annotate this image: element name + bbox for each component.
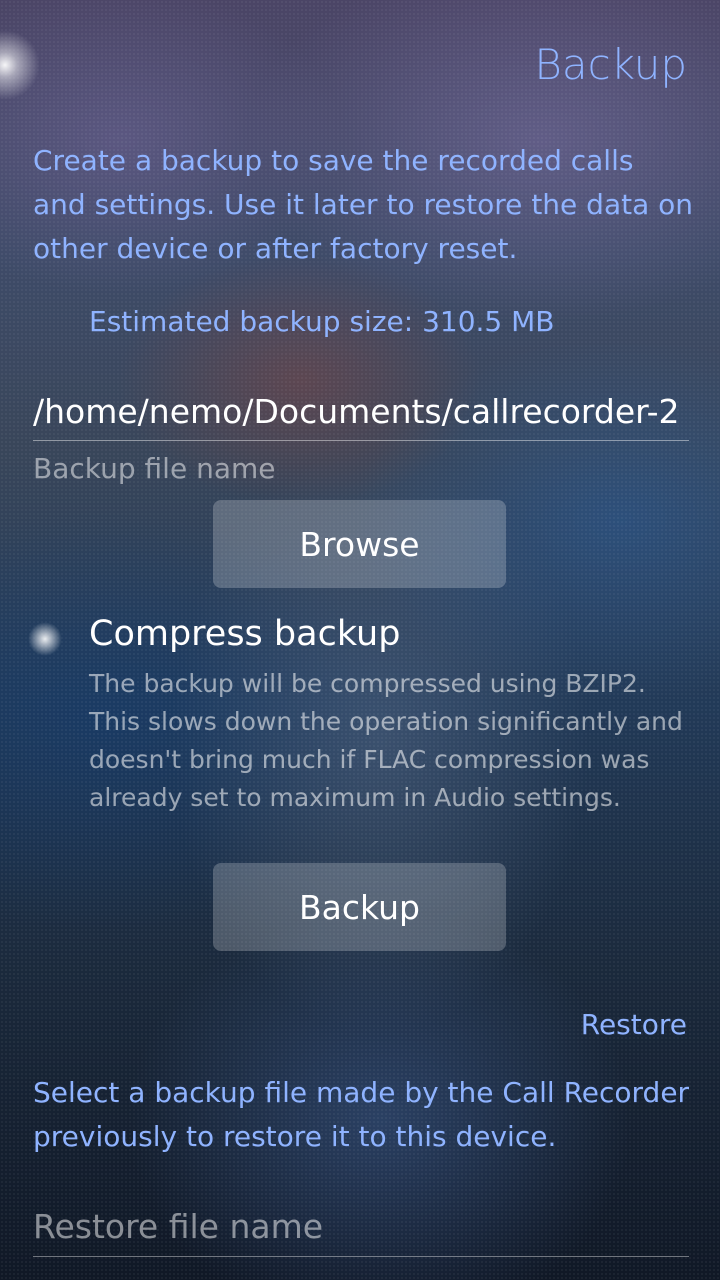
compress-backup-label[interactable]: Compress backup [89, 614, 400, 654]
restore-section-header: Restore [580, 1008, 687, 1041]
backup-button[interactable]: Backup [213, 863, 506, 951]
page-title: Backup [534, 40, 687, 89]
restore-file-name-input[interactable] [33, 1196, 689, 1257]
estimated-backup-size: Estimated backup size: 310.5 MB [89, 305, 555, 338]
browse-button[interactable]: Browse [213, 500, 506, 588]
compress-backup-description: The backup will be compressed using BZIP… [89, 669, 683, 812]
backup-file-name-label: Backup file name [33, 452, 276, 485]
restore-description: Select a backup file made by the Call Re… [33, 1076, 690, 1153]
compress-switch-indicator-icon[interactable] [28, 622, 62, 656]
backup-file-name-input[interactable] [33, 382, 689, 441]
backup-description: Create a backup to save the recorded cal… [33, 144, 694, 265]
